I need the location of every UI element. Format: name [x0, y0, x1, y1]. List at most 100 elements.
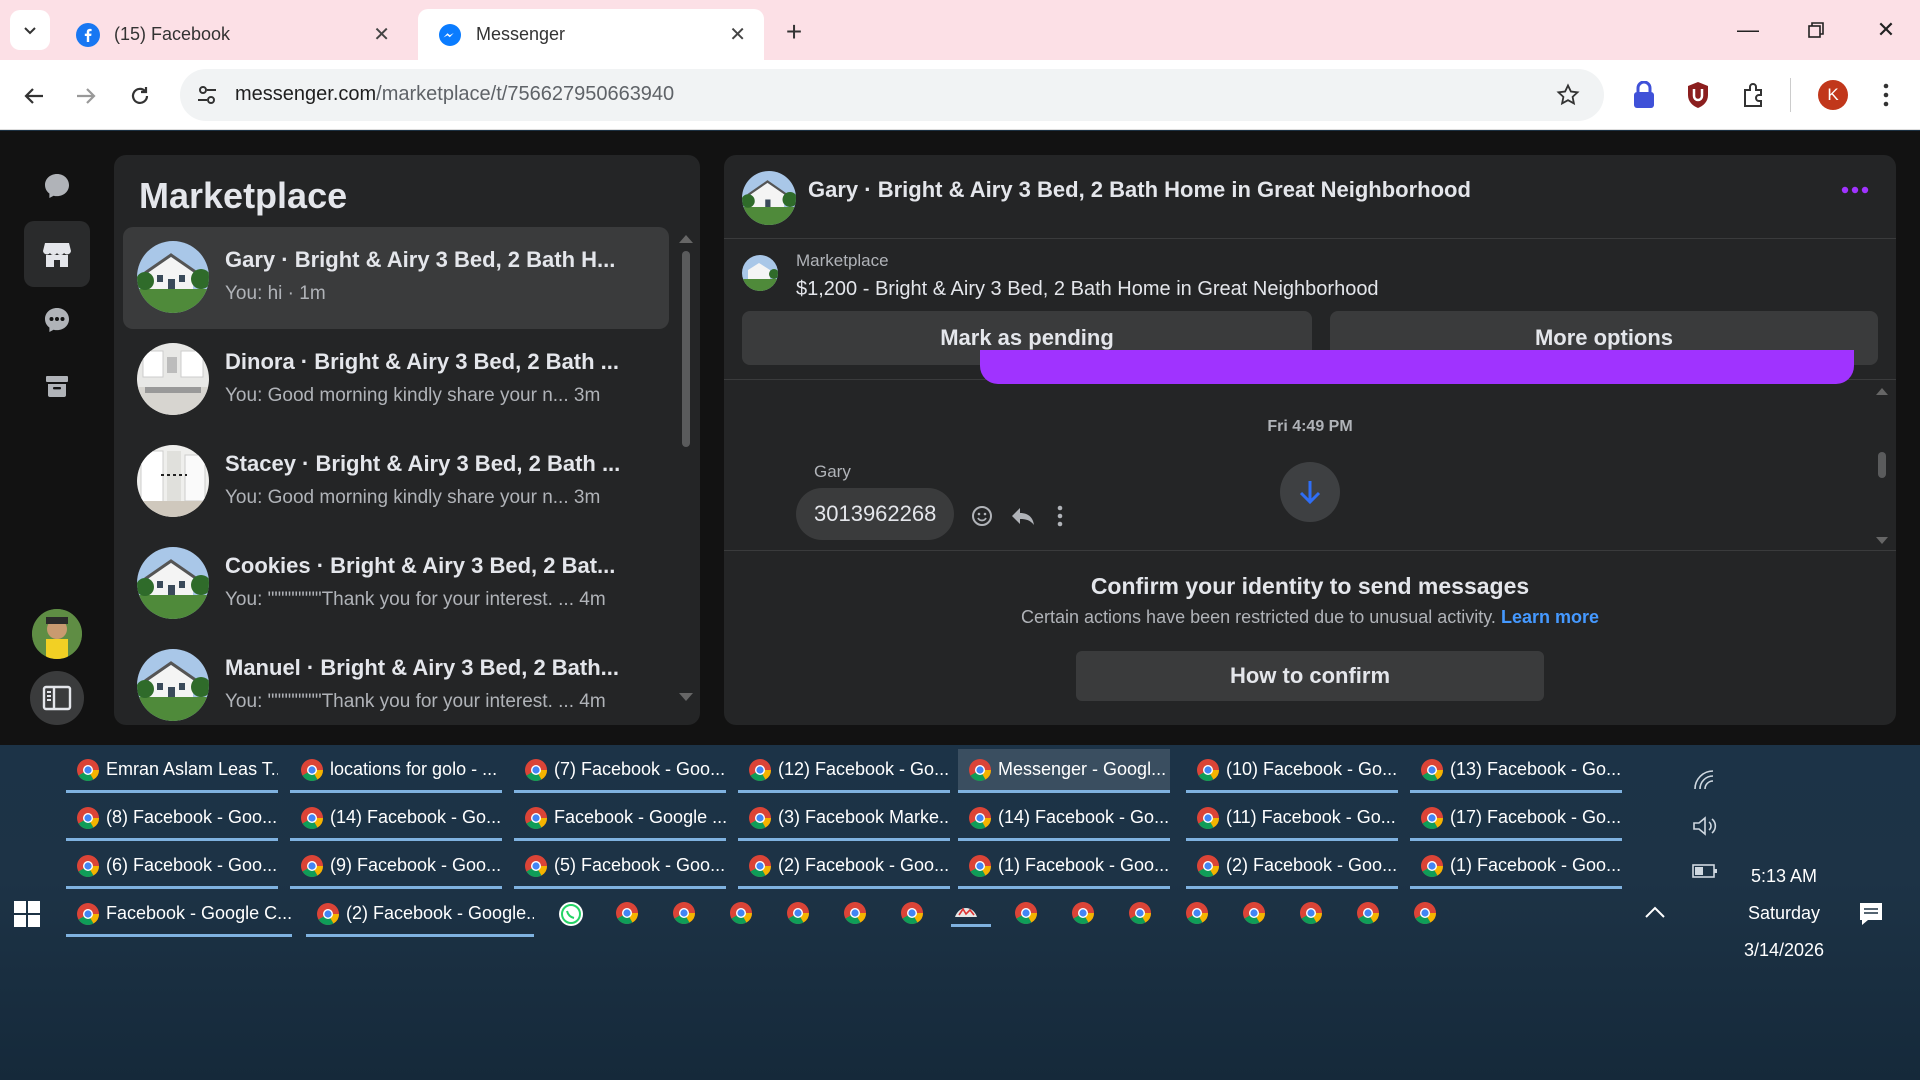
- taskbar-window-button[interactable]: (11) Facebook - Go...: [1186, 797, 1398, 841]
- chrome-pinned-icon[interactable]: [1299, 901, 1325, 927]
- taskbar-window-button[interactable]: (3) Facebook Marke...: [738, 797, 950, 841]
- address-bar[interactable]: messenger.com/marketplace/t/756627950663…: [180, 69, 1604, 121]
- tab-search-button[interactable]: [10, 10, 50, 50]
- close-tab-icon[interactable]: ✕: [373, 22, 390, 47]
- ublock-shield-icon[interactable]: [1686, 81, 1710, 109]
- taskbar-window-button[interactable]: (7) Facebook - Goo...: [514, 749, 726, 793]
- scroll-up-arrow-icon[interactable]: [679, 235, 693, 243]
- react-emoji-icon[interactable]: [970, 504, 994, 528]
- tab-messenger[interactable]: Messenger ✕: [418, 9, 764, 60]
- chrome-pinned-icon[interactable]: [1413, 901, 1439, 927]
- messages-scrollbar[interactable]: [1876, 388, 1888, 544]
- nav-message-requests-button[interactable]: [24, 287, 90, 353]
- taskbar-window-button[interactable]: Facebook - Google ...: [514, 797, 726, 841]
- taskbar-window-button[interactable]: (14) Facebook - Go...: [958, 797, 1170, 841]
- taskbar-window-button[interactable]: (14) Facebook - Go...: [290, 797, 502, 841]
- chevron-up-icon[interactable]: [1644, 905, 1666, 919]
- message-bubble[interactable]: 3013962268: [796, 488, 955, 540]
- site-info-icon[interactable]: [196, 84, 218, 106]
- clock-date[interactable]: 3/14/2026: [1714, 940, 1854, 961]
- taskbar-window-button[interactable]: (6) Facebook - Goo...: [66, 845, 278, 889]
- chrome-pinned-icon[interactable]: [729, 901, 755, 927]
- minimize-button[interactable]: —: [1728, 14, 1768, 46]
- chat-avatar[interactable]: [742, 171, 796, 225]
- pinned-app-icon[interactable]: [951, 901, 991, 927]
- reload-button[interactable]: [122, 78, 158, 114]
- taskbar-window-button[interactable]: (10) Facebook - Go...: [1186, 749, 1398, 793]
- conversation-avatar: [137, 241, 209, 313]
- new-tab-button[interactable]: +: [776, 14, 812, 50]
- chrome-pinned-icon[interactable]: [786, 901, 812, 927]
- scroll-down-arrow-icon[interactable]: [1876, 537, 1888, 544]
- windows-start-icon[interactable]: [14, 901, 40, 927]
- taskbar-window-button[interactable]: (8) Facebook - Goo...: [66, 797, 278, 841]
- back-button[interactable]: [16, 78, 52, 114]
- chrome-pinned-icon[interactable]: [672, 901, 698, 927]
- close-window-button[interactable]: ✕: [1866, 14, 1906, 46]
- conversation-item[interactable]: Gary · Bright & Airy 3 Bed, 2 Bath H... …: [123, 227, 669, 329]
- taskbar-window-button[interactable]: (2) Facebook - Goo...: [1186, 845, 1398, 889]
- how-to-confirm-button[interactable]: How to confirm: [1076, 651, 1544, 701]
- listing-title[interactable]: $1,200 - Bright & Airy 3 Bed, 2 Bath Hom…: [796, 278, 1379, 301]
- taskbar-window-button[interactable]: (1) Facebook - Goo...: [1410, 845, 1622, 889]
- forward-button[interactable]: [68, 78, 104, 114]
- star-icon[interactable]: [1556, 83, 1580, 107]
- taskbar-window-button[interactable]: Messenger - Googl...: [958, 749, 1170, 793]
- clock-day[interactable]: Saturday: [1714, 903, 1854, 924]
- chat-title[interactable]: Gary · Bright & Airy 3 Bed, 2 Bath Home …: [808, 177, 1471, 203]
- message-more-icon[interactable]: [1056, 504, 1064, 528]
- reply-arrow-icon[interactable]: [1010, 504, 1036, 528]
- scroll-down-arrow-icon[interactable]: [679, 693, 693, 701]
- taskbar-window-button[interactable]: (9) Facebook - Goo...: [290, 845, 502, 889]
- taskbar-window-button[interactable]: (5) Facebook - Goo...: [514, 845, 726, 889]
- taskbar-window-button[interactable]: Emran Aslam Leas T...: [66, 749, 278, 793]
- listing-thumbnail[interactable]: [742, 255, 778, 291]
- clock-time[interactable]: 5:13 AM: [1714, 866, 1854, 887]
- list-scrollbar[interactable]: [679, 235, 693, 701]
- chrome-pinned-icon[interactable]: [1185, 901, 1211, 927]
- taskbar-window-button[interactable]: (13) Facebook - Go...: [1410, 749, 1622, 793]
- conversation-item[interactable]: Cookies · Bright & Airy 3 Bed, 2 Bat... …: [123, 533, 669, 635]
- notification-center-icon[interactable]: [1858, 901, 1884, 927]
- taskbar-window-button[interactable]: Facebook - Google C...: [66, 893, 292, 937]
- chrome-pinned-icon[interactable]: [1128, 901, 1154, 927]
- scrollbar-thumb[interactable]: [1878, 452, 1886, 478]
- taskbar-window-button[interactable]: (2) Facebook - Goo...: [738, 845, 950, 889]
- scrollbar-thumb[interactable]: [682, 251, 690, 447]
- chrome-pinned-icon[interactable]: [900, 901, 926, 927]
- user-avatar[interactable]: [32, 609, 82, 659]
- chrome-pinned-icon[interactable]: [1071, 901, 1097, 927]
- restore-button[interactable]: [1796, 14, 1836, 46]
- extensions-puzzle-icon[interactable]: [1740, 81, 1768, 109]
- nav-chats-button[interactable]: [24, 153, 90, 219]
- chrome-pinned-icon[interactable]: [1356, 901, 1382, 927]
- profile-avatar[interactable]: K: [1818, 80, 1848, 110]
- messenger-app: Marketplace Gary · Bright & Airy 3 Bed, …: [0, 131, 1920, 745]
- toggle-sidebar-button[interactable]: [30, 671, 84, 725]
- taskbar-window-button[interactable]: (12) Facebook - Go...: [738, 749, 950, 793]
- nav-archive-button[interactable]: [24, 353, 90, 419]
- conversation-item[interactable]: Dinora · Bright & Airy 3 Bed, 2 Bath ...…: [123, 329, 669, 431]
- taskbar-window-button[interactable]: locations for golo - ...: [290, 749, 502, 793]
- more-options-dots-icon[interactable]: [1840, 185, 1870, 195]
- lock-extension-icon[interactable]: [1632, 81, 1656, 109]
- conversation-item[interactable]: Stacey · Bright & Airy 3 Bed, 2 Bath ...…: [123, 431, 669, 533]
- close-tab-icon[interactable]: ✕: [729, 22, 746, 47]
- chrome-pinned-icon[interactable]: [843, 901, 869, 927]
- whatsapp-icon[interactable]: [558, 901, 584, 927]
- chrome-pinned-icon[interactable]: [615, 901, 641, 927]
- scroll-to-bottom-button[interactable]: [1280, 462, 1340, 522]
- learn-more-link[interactable]: Learn more: [1501, 607, 1599, 627]
- chrome-pinned-icon[interactable]: [1242, 901, 1268, 927]
- network-icon[interactable]: [1692, 769, 1716, 791]
- conversation-item[interactable]: Manuel · Bright & Airy 3 Bed, 2 Bath... …: [123, 635, 669, 725]
- taskbar-window-button[interactable]: (17) Facebook - Go...: [1410, 797, 1622, 841]
- taskbar-window-button[interactable]: (1) Facebook - Goo...: [958, 845, 1170, 889]
- tab-facebook[interactable]: (15) Facebook ✕: [56, 9, 408, 60]
- nav-marketplace-button[interactable]: [24, 221, 90, 287]
- scroll-up-arrow-icon[interactable]: [1876, 388, 1888, 395]
- taskbar-window-button[interactable]: (2) Facebook - Google...: [306, 893, 534, 937]
- kebab-menu-icon[interactable]: [1874, 82, 1898, 108]
- volume-icon[interactable]: [1692, 815, 1718, 837]
- chrome-pinned-icon[interactable]: [1014, 901, 1040, 927]
